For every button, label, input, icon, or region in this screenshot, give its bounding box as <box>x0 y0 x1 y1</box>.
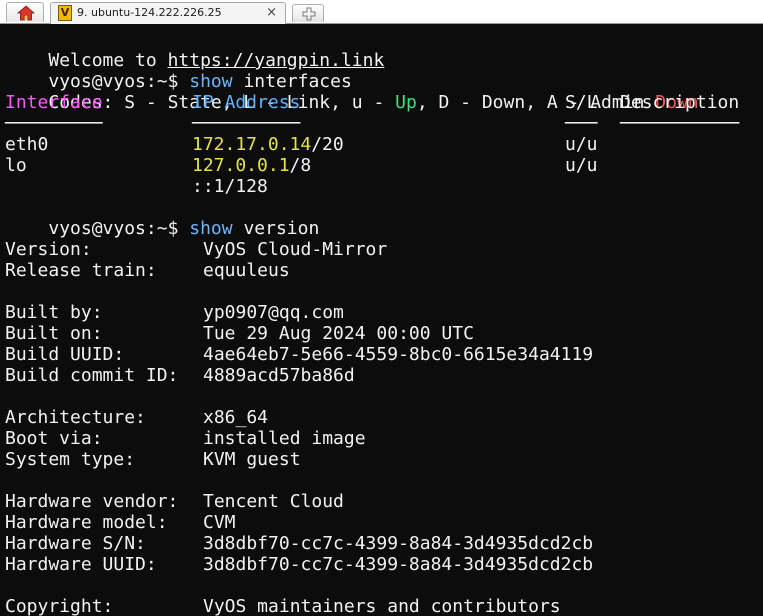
header-interface: Interface <box>5 92 103 113</box>
version-row: Hardware S/N: 3d8dbf70-cc7c-4399-8a84-3d… <box>5 533 755 554</box>
interface-state: u/u <box>565 155 598 176</box>
command-arg-version: version <box>232 218 320 239</box>
interface-ip-v6: ::1/128 <box>192 176 268 197</box>
version-label: Release train: <box>5 260 157 281</box>
version-value: 3d8dbf70-cc7c-4399-8a84-3d4935dcd2cb <box>203 554 594 575</box>
interface-ip: 172.17.0.14/20 <box>192 134 344 155</box>
version-value: Tencent Cloud <box>203 491 344 512</box>
version-row: Built on: Tue 29 Aug 2024 00:00 UTC <box>5 323 755 344</box>
version-label: Architecture: <box>5 407 146 428</box>
interface-ip: 127.0.0.1/8 <box>192 155 311 176</box>
home-button[interactable] <box>6 2 44 22</box>
version-row: Hardware model: CVM <box>5 512 755 533</box>
version-row: System type: KVM guest <box>5 449 755 470</box>
version-label: Hardware vendor: <box>5 491 179 512</box>
version-value: yp0907@qq.com <box>203 302 344 323</box>
prompt-line-interfaces: vyos@vyos:~$ show interfaces <box>5 50 351 92</box>
vyos-app-icon: V <box>58 5 72 21</box>
version-value: 4889acd57ba86d <box>203 365 355 386</box>
table-underline-row: ───────── ────────── ─── ─────────── <box>5 113 755 134</box>
version-label: Version: <box>5 239 92 260</box>
ip-mask: /20 <box>311 134 344 155</box>
version-row: Copyright: VyOS maintainers and contribu… <box>5 596 755 616</box>
version-row: Boot via: installed image <box>5 428 755 449</box>
version-value: equuleus <box>203 260 290 281</box>
home-icon <box>17 5 35 21</box>
version-value: 3d8dbf70-cc7c-4399-8a84-3d4935dcd2cb <box>203 533 594 554</box>
header-description: Description <box>620 92 740 113</box>
version-row: Architecture: x86_64 <box>5 407 755 428</box>
version-value: installed image <box>203 428 366 449</box>
version-label: Build commit ID: <box>5 365 179 386</box>
underline-ip-address: ────────── <box>192 113 301 134</box>
underline-description: ─────────── <box>620 113 740 134</box>
version-value: VyOS Cloud-Mirror <box>203 239 388 260</box>
ip-address: 127.0.0.1 <box>192 155 290 176</box>
version-label: Built by: <box>5 302 103 323</box>
command-show: show <box>189 218 233 239</box>
prompt: vyos@vyos:~$ <box>48 218 190 239</box>
version-label: Built on: <box>5 323 103 344</box>
version-label: Copyright: <box>5 596 114 616</box>
version-label: Build UUID: <box>5 344 125 365</box>
welcome-line: Welcome to https://yangpin.link <box>5 29 384 71</box>
interface-name: lo <box>5 155 27 176</box>
interface-name: eth0 <box>5 134 49 155</box>
version-row: Release train: equuleus <box>5 260 755 281</box>
tab-title: 9. ubuntu-124.222.226.25 <box>77 6 222 19</box>
new-tab-button[interactable] <box>292 4 324 22</box>
version-label: System type: <box>5 449 136 470</box>
version-value: VyOS maintainers and contributors <box>203 596 561 616</box>
version-value: x86_64 <box>203 407 269 428</box>
underline-sl: ─── <box>565 113 598 134</box>
new-tab-icon <box>302 7 316 21</box>
codes-line: Codes: S - State, L - Link, u - Up, D - … <box>5 71 698 113</box>
underline-interface: ───────── <box>5 113 103 134</box>
version-row: Build commit ID: 4889acd57ba86d <box>5 365 755 386</box>
version-row: Hardware UUID: 3d8dbf70-cc7c-4399-8a84-3… <box>5 554 755 575</box>
table-row: eth0 172.17.0.14/20 u/u <box>5 134 755 155</box>
interface-state: u/u <box>565 134 598 155</box>
version-label: Hardware S/N: <box>5 533 146 554</box>
close-tab-icon[interactable]: × <box>266 5 277 20</box>
version-row: Build UUID: 4ae64eb7-5e66-4559-8bc0-6615… <box>5 344 755 365</box>
version-value: KVM guest <box>203 449 301 470</box>
version-label: Hardware UUID: <box>5 554 157 575</box>
header-sl: S/L <box>565 92 598 113</box>
table-header-row: Interface IP Address S/L Description <box>5 92 755 113</box>
table-row: lo 127.0.0.1/8 u/u <box>5 155 755 176</box>
version-row: Hardware vendor: Tencent Cloud <box>5 491 755 512</box>
version-label: Hardware model: <box>5 512 168 533</box>
version-value: 4ae64eb7-5e66-4559-8bc0-6615e34a4119 <box>203 344 594 365</box>
tab-bar: V 9. ubuntu-124.222.226.25 × <box>0 0 763 24</box>
ip-address: 172.17.0.14 <box>192 134 312 155</box>
version-label: Boot via: <box>5 428 103 449</box>
header-ip-address: IP Address <box>192 92 301 113</box>
version-value: CVM <box>203 512 236 533</box>
ip-mask: /8 <box>289 155 312 176</box>
table-row-extra: ::1/128 <box>5 176 755 197</box>
version-row: Built by: yp0907@qq.com <box>5 302 755 323</box>
version-value: Tue 29 Aug 2024 00:00 UTC <box>203 323 474 344</box>
session-tab[interactable]: V 9. ubuntu-124.222.226.25 × <box>50 2 286 24</box>
version-row: Version: VyOS Cloud-Mirror <box>5 239 755 260</box>
prompt-line-version: vyos@vyos:~$ show version <box>5 197 319 239</box>
terminal-output[interactable]: Welcome to https://yangpin.link vyos@vyo… <box>0 24 763 616</box>
